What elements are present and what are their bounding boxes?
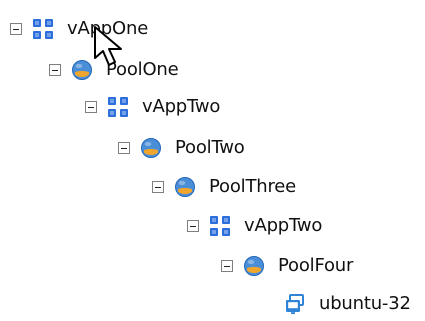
toggle-spacer (262, 298, 274, 310)
resource-pool-icon (174, 176, 196, 198)
collapse-toggle[interactable] (118, 142, 130, 154)
tree-node-label[interactable]: ubuntu-32 (319, 295, 411, 313)
tree-node-vapptwo-2[interactable]: vAppTwo (187, 209, 322, 243)
tree-node-vapptwo-1[interactable]: vAppTwo (85, 90, 220, 124)
resource-pool-icon (140, 137, 162, 159)
collapse-toggle[interactable] (221, 260, 233, 272)
vapp-icon (32, 18, 54, 40)
tree-node-label[interactable]: PoolThree (209, 178, 296, 196)
tree-node-poolfour[interactable]: PoolFour (221, 249, 353, 283)
collapse-toggle[interactable] (10, 23, 22, 35)
resource-pool-icon (71, 59, 93, 81)
tree-node-label[interactable]: PoolFour (278, 257, 353, 275)
tree-node-ubuntu-32[interactable]: ubuntu-32 (262, 287, 411, 321)
vapp-icon (209, 215, 231, 237)
tree-node-vappone[interactable]: vAppOne (10, 12, 148, 46)
tree-node-label[interactable]: PoolTwo (175, 139, 245, 157)
inventory-tree: vAppOne PoolOne vAppTwo PoolTwo PoolThre… (0, 0, 425, 321)
tree-node-label[interactable]: vAppTwo (244, 217, 322, 235)
collapse-toggle[interactable] (49, 64, 61, 76)
virtual-machine-icon (284, 293, 306, 315)
resource-pool-icon (243, 255, 265, 277)
collapse-toggle[interactable] (85, 101, 97, 113)
tree-node-pooltwo[interactable]: PoolTwo (118, 131, 245, 165)
tree-node-label[interactable]: vAppTwo (142, 98, 220, 116)
tree-node-poolone[interactable]: PoolOne (49, 53, 179, 87)
collapse-toggle[interactable] (187, 220, 199, 232)
tree-node-label[interactable]: vAppOne (67, 20, 148, 38)
vapp-icon (107, 96, 129, 118)
tree-node-poolthree[interactable]: PoolThree (152, 170, 296, 204)
tree-node-label[interactable]: PoolOne (106, 61, 179, 79)
collapse-toggle[interactable] (152, 181, 164, 193)
